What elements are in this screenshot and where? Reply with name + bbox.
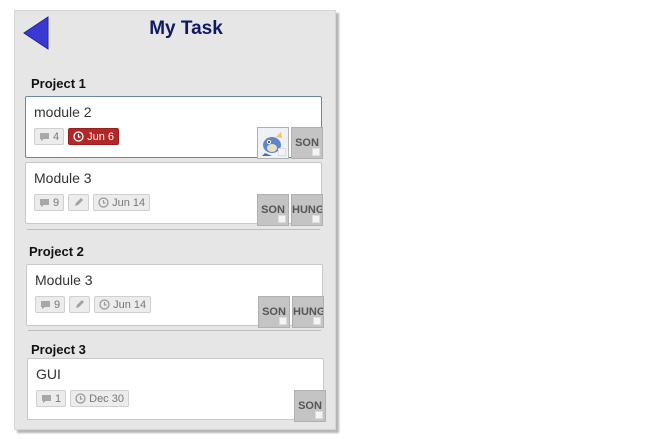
comment-icon (41, 300, 50, 309)
back-arrow-icon[interactable] (22, 16, 50, 50)
edit-badge (68, 194, 90, 211)
comment-icon (42, 394, 51, 403)
assignee-chip[interactable]: SON (291, 127, 323, 159)
task-title: module 2 (34, 104, 92, 120)
project-heading: Project 1 (31, 76, 86, 91)
pencil-icon (75, 198, 84, 206)
task-title: GUI (36, 366, 61, 382)
comment-count-badge: 9 (34, 194, 65, 211)
task-title: Module 3 (35, 272, 93, 288)
pencil-icon (76, 300, 85, 308)
divider (28, 330, 321, 331)
due-date-badge: Jun 6 (68, 128, 120, 145)
project-heading: Project 2 (29, 244, 84, 259)
page-title: My Task (149, 18, 223, 39)
assignee-chip[interactable]: SON (257, 194, 289, 226)
clock-icon (98, 197, 109, 208)
task-title: Module 3 (34, 170, 92, 186)
task-card[interactable]: GUI 1 Dec 30 (27, 358, 324, 420)
assignee-chip[interactable]: SON (258, 296, 290, 328)
divider (27, 229, 320, 230)
clock-icon (75, 393, 86, 404)
assignee-chip[interactable]: HUNG (291, 194, 323, 226)
comment-icon (40, 198, 49, 207)
assignee-chip[interactable]: SON (294, 390, 326, 422)
comment-count-badge: 1 (36, 390, 67, 407)
assignee-chip[interactable]: HUNG (292, 296, 324, 328)
comment-count-badge: 4 (34, 128, 65, 145)
comment-count-badge: 9 (35, 296, 66, 313)
assignee-avatar[interactable] (257, 127, 289, 159)
project-heading: Project 3 (31, 342, 86, 357)
edit-badge (69, 296, 91, 313)
clock-icon (99, 299, 110, 310)
due-date-badge: Dec 30 (70, 390, 129, 407)
due-date-badge: Jun 14 (93, 194, 151, 211)
due-date-badge: Jun 14 (94, 296, 152, 313)
clock-icon (73, 131, 84, 142)
comment-icon (40, 132, 49, 141)
